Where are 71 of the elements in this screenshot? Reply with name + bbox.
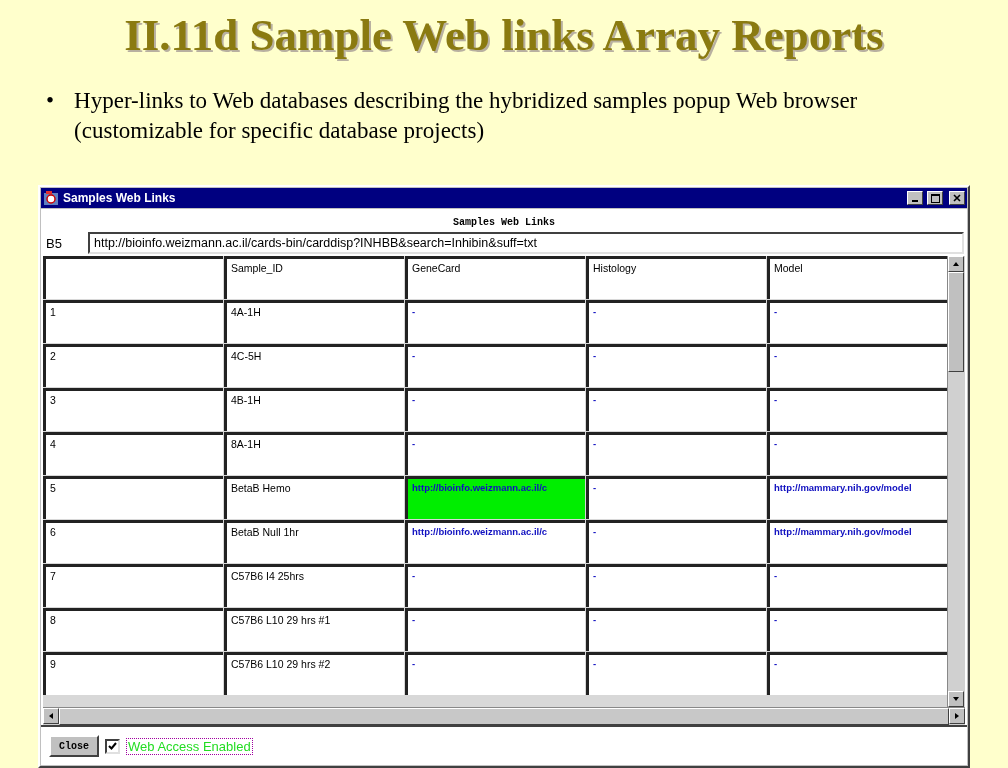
maximize-button[interactable] xyxy=(927,191,943,205)
table-cell: 2 xyxy=(43,344,223,387)
link-cell[interactable]: - xyxy=(405,432,585,475)
vertical-scrollbar[interactable] xyxy=(947,256,965,707)
link-cell[interactable]: - xyxy=(405,344,585,387)
link-cell[interactable]: - xyxy=(405,388,585,431)
table-cell: 1 xyxy=(43,300,223,343)
scroll-right-icon xyxy=(954,712,960,720)
url-field[interactable]: http://bioinfo.weizmann.ac.il/cards-bin/carddisp?INHBB&search=Inhibin&suff=txt xyxy=(88,232,964,254)
link-cell[interactable]: - xyxy=(767,564,947,607)
column-header: Sample_ID xyxy=(224,256,404,299)
table-cell: BetaB Hemo xyxy=(224,476,404,519)
table-cell: 8A-1H xyxy=(224,432,404,475)
link-cell[interactable]: - xyxy=(767,432,947,475)
link-cell[interactable]: - xyxy=(586,564,766,607)
table-cell: 4 xyxy=(43,432,223,475)
close-button[interactable] xyxy=(949,191,965,205)
link-cell[interactable]: http://mammary.nih.gov/model xyxy=(767,520,947,563)
maximize-icon xyxy=(930,193,940,203)
link-cell[interactable]: - xyxy=(586,388,766,431)
table-cell: 8 xyxy=(43,608,223,651)
table-cell: 5 xyxy=(43,476,223,519)
link-cell[interactable]: - xyxy=(405,300,585,343)
column-header: GeneCard xyxy=(405,256,585,299)
table-cell: BetaB Null 1hr xyxy=(224,520,404,563)
close-dialog-button[interactable]: Close xyxy=(49,735,99,757)
table-cell: C57B6 L10 29 hrs #2 xyxy=(224,652,404,695)
link-cell[interactable]: - xyxy=(767,608,947,651)
link-cell[interactable]: - xyxy=(586,432,766,475)
link-cell[interactable]: - xyxy=(586,520,766,563)
table-caption: Samples Web Links xyxy=(453,217,555,228)
minimize-button[interactable] xyxy=(907,191,923,205)
scroll-up-icon xyxy=(952,261,960,267)
table-cell: 7 xyxy=(43,564,223,607)
link-cell[interactable]: - xyxy=(767,344,947,387)
column-header: Histology xyxy=(586,256,766,299)
table-cell: 6 xyxy=(43,520,223,563)
table-cell: C57B6 L10 29 hrs #1 xyxy=(224,608,404,651)
table-cell: 9 xyxy=(43,652,223,695)
table-cell: 4A-1H xyxy=(224,300,404,343)
link-cell[interactable]: - xyxy=(767,388,947,431)
slide-title: II.11d Sample Web links Array Reports xyxy=(124,9,884,62)
checkmark-icon xyxy=(108,742,117,750)
table-cell: C57B6 I4 25hrs xyxy=(224,564,404,607)
link-cell[interactable]: - xyxy=(405,608,585,651)
table-cell: 4C-5H xyxy=(224,344,404,387)
close-icon xyxy=(953,194,961,202)
window-title: Samples Web Links xyxy=(63,191,177,205)
link-cell[interactable]: - xyxy=(767,652,947,695)
bullet-text: Hyper-links to Web databases describing the hybridized samples popup Web browser (customizable for specific database projects) xyxy=(74,87,859,145)
link-cell[interactable]: - xyxy=(586,300,766,343)
link-cell[interactable]: - xyxy=(586,476,766,519)
link-cell[interactable]: - xyxy=(405,564,585,607)
table-cell: 4B-1H xyxy=(224,388,404,431)
app-icon xyxy=(43,190,59,206)
link-cell[interactable]: - xyxy=(586,608,766,651)
link-cell[interactable]: - xyxy=(405,652,585,695)
link-cell[interactable]: http://bioinfo.weizmann.ac.il/c xyxy=(405,520,585,563)
bullet-marker: • xyxy=(46,87,55,115)
table-cell: 3 xyxy=(43,388,223,431)
link-cell[interactable]: http://mammary.nih.gov/model xyxy=(767,476,947,519)
link-cell[interactable]: - xyxy=(767,300,947,343)
link-cell[interactable]: - xyxy=(586,652,766,695)
link-cell[interactable]: - xyxy=(586,344,766,387)
scroll-left-icon xyxy=(48,712,54,720)
link-cell[interactable]: http://bioinfo.weizmann.ac.il/c xyxy=(405,476,585,519)
scroll-thumb[interactable] xyxy=(948,272,964,372)
column-header: Model xyxy=(767,256,947,299)
scroll-down-icon xyxy=(952,696,960,702)
checkbox[interactable] xyxy=(105,738,120,754)
cell-reference: B5 xyxy=(46,235,63,251)
